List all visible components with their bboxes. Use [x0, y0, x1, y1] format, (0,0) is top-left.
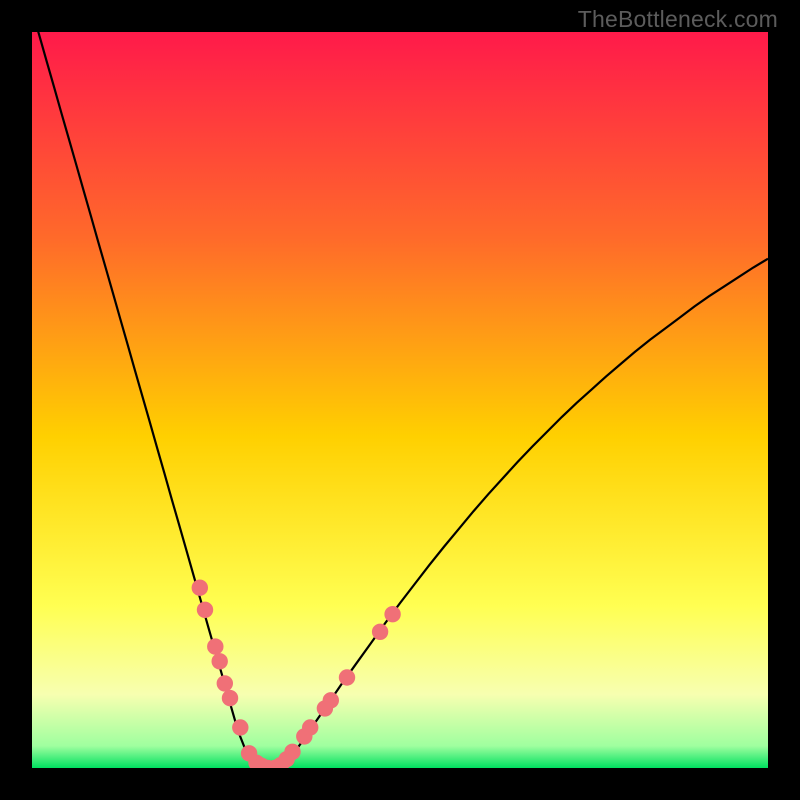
- data-dot: [372, 624, 388, 640]
- data-dot: [232, 719, 248, 735]
- bottleneck-curve: [32, 32, 768, 768]
- data-dots: [192, 580, 401, 769]
- data-dot: [197, 602, 213, 618]
- data-dot: [217, 675, 233, 691]
- data-dot: [212, 653, 228, 669]
- plot-area: [32, 32, 768, 768]
- data-dot: [384, 606, 400, 622]
- watermark-text: TheBottleneck.com: [578, 6, 778, 33]
- data-dot: [323, 692, 339, 708]
- data-dot: [302, 719, 318, 735]
- data-dot: [222, 690, 238, 706]
- chart-canvas: [32, 32, 768, 768]
- data-dot: [284, 744, 300, 760]
- data-dot: [192, 580, 208, 596]
- data-dot: [339, 669, 355, 685]
- chart-frame: TheBottleneck.com: [0, 0, 800, 800]
- data-dot: [207, 638, 223, 654]
